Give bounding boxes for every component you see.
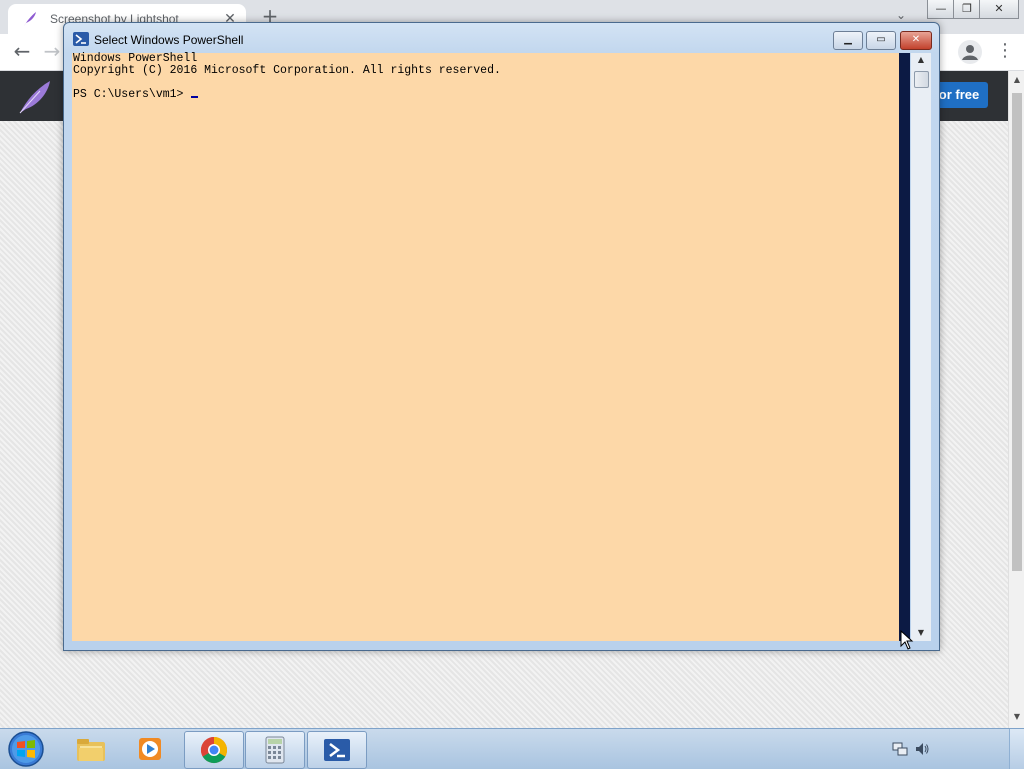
scroll-thumb[interactable] [914,71,929,88]
console-prompt: PS C:\Users\vm1> [73,88,191,101]
system-tray [886,729,1024,769]
console-prompt-line[interactable]: PS C:\Users\vm1> [73,88,199,101]
powershell-minimize-button[interactable]: ▁ [833,31,863,50]
console-line: Copyright (C) 2016 Microsoft Corporation… [73,64,501,77]
powershell-icon [73,32,89,46]
browser-minimize-button[interactable]: — [927,0,955,19]
taskbar-media-player[interactable] [122,731,180,767]
powershell-window: Select Windows PowerShell ▁ ▭ ✕ Windows … [63,22,940,651]
scroll-up-arrow-icon[interactable]: ▲ [911,55,931,64]
chrome-icon [200,736,228,764]
page-scroll-up-icon[interactable]: ▲ [1009,75,1024,84]
lightshot-feather-icon [24,12,36,26]
taskbar-powershell[interactable] [307,731,367,769]
back-arrow-icon[interactable]: ← [10,40,34,64]
console-buffer-edge [899,53,910,641]
browser-close-button[interactable]: ✕ [979,0,1019,19]
show-desktop-button[interactable] [1009,729,1024,769]
powershell-console-area[interactable]: Windows PowerShell Copyright (C) 2016 Mi… [72,53,910,641]
mouse-pointer-icon [900,630,914,650]
lightshot-logo-icon[interactable] [14,77,54,117]
powershell-window-title: Select Windows PowerShell [94,33,244,47]
volume-icon[interactable] [914,741,930,757]
powershell-vertical-scrollbar[interactable]: ▲ ▼ [911,53,931,641]
forward-arrow-icon[interactable]: → [40,40,64,64]
page-scrollbar[interactable]: ▲ ▼ [1008,71,1024,728]
media-player-icon [139,738,161,760]
powershell-icon [324,739,350,761]
profile-avatar-icon[interactable] [958,40,982,64]
windows-taskbar [0,728,1024,769]
text-cursor [191,96,199,98]
network-icon[interactable] [892,741,908,757]
taskbar-chrome[interactable] [184,731,244,769]
calculator-icon [265,736,285,764]
powershell-titlebar[interactable]: Select Windows PowerShell ▁ ▭ ✕ [64,23,939,53]
page-scroll-down-icon[interactable]: ▼ [1009,712,1024,721]
browser-menu-icon[interactable]: ⋮ [996,42,1014,62]
powershell-close-button[interactable]: ✕ [900,31,932,50]
powershell-maximize-button[interactable]: ▭ [866,31,896,50]
file-explorer-icon [77,739,105,761]
windows-start-orb-icon[interactable] [6,730,46,768]
page-scroll-thumb[interactable] [1012,93,1022,571]
console-output: Windows PowerShell Copyright (C) 2016 Mi… [72,53,899,641]
tab-search-chevron-icon[interactable]: ⌄ [896,8,906,22]
browser-restore-button[interactable]: ❐ [953,0,981,19]
taskbar-file-explorer[interactable] [62,731,120,767]
scroll-down-arrow-icon[interactable]: ▼ [911,628,931,637]
taskbar-calculator[interactable] [245,731,305,769]
